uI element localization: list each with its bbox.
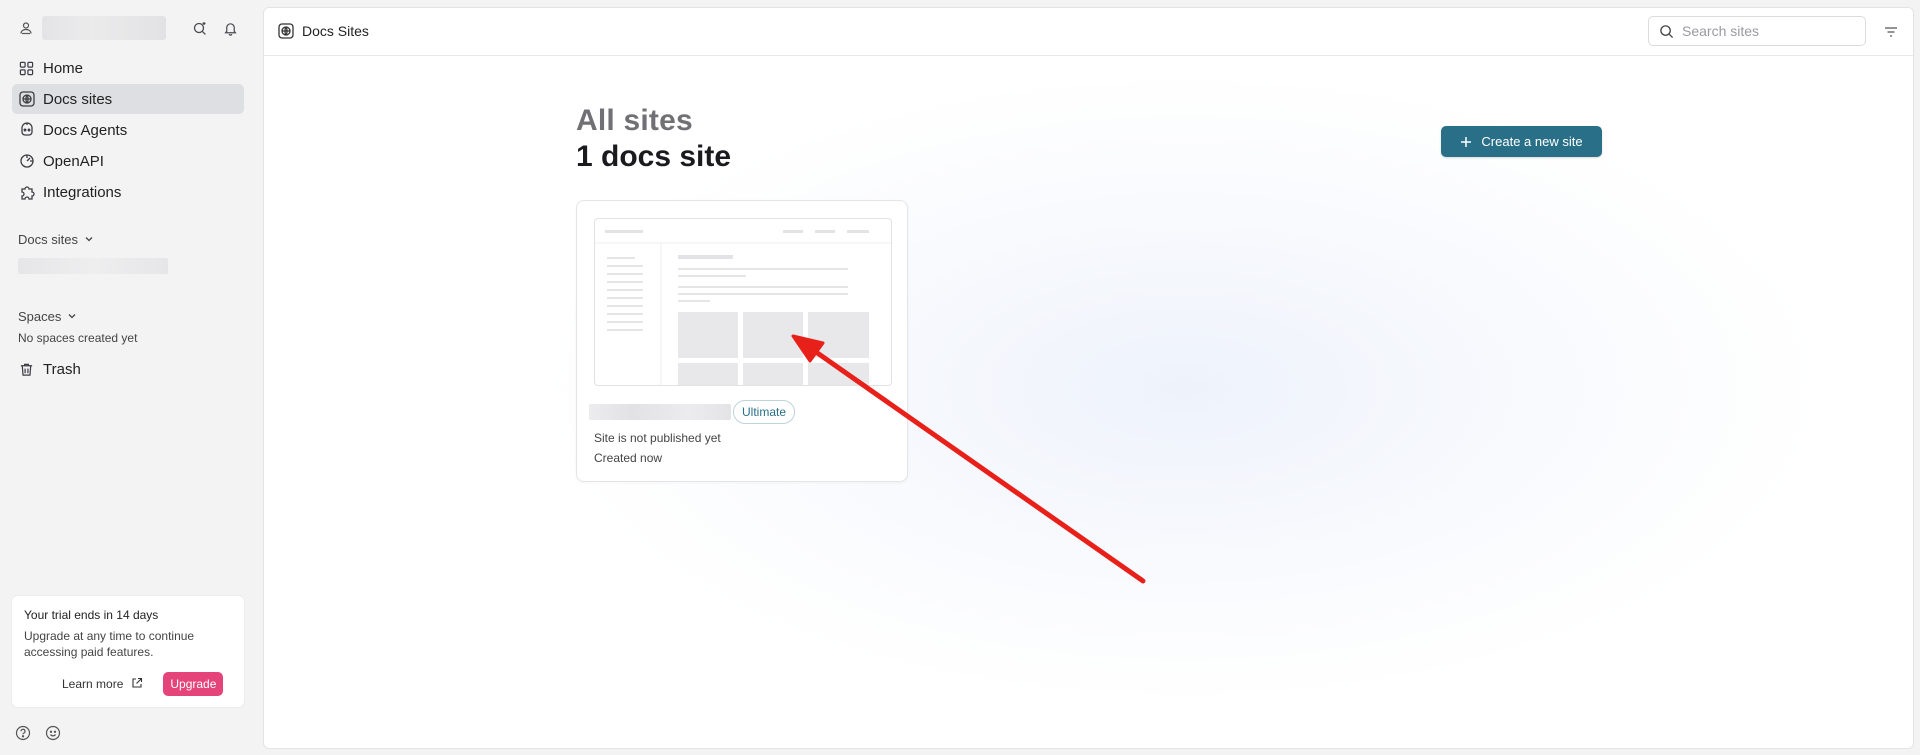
filter-icon[interactable]: [1882, 23, 1900, 41]
org-switcher-icon[interactable]: [18, 20, 34, 36]
agent-icon: [18, 122, 35, 139]
nav-item-home[interactable]: Home: [12, 53, 244, 83]
external-link-icon: [131, 677, 143, 692]
plus-icon: [1460, 136, 1472, 148]
plan-badge: Ultimate: [733, 400, 796, 424]
main-panel: Docs Sites All sites 1 docs site Create …: [263, 7, 1914, 749]
chevron-down-icon: [67, 309, 77, 324]
site-link-redacted[interactable]: [18, 258, 168, 274]
docs-sites-section-toggle[interactable]: Docs sites: [18, 232, 94, 247]
chevron-down-icon: [84, 232, 94, 247]
site-card[interactable]: Ultimate Site is not published yet Creat…: [576, 200, 908, 482]
nav-item-openapi[interactable]: OpenAPI: [12, 146, 244, 176]
org-name-redacted[interactable]: [42, 16, 166, 40]
site-name-redacted: [589, 404, 731, 420]
heading-site-count: 1 docs site: [576, 140, 732, 173]
nav-item-label: Trash: [43, 360, 81, 378]
sidebar: Home Docs sites Docs Agents OpenAPI Inte…: [0, 0, 258, 755]
help-icon[interactable]: [14, 724, 32, 742]
page-title-text: Docs Sites: [302, 23, 369, 39]
learn-more-link[interactable]: Learn more: [62, 677, 143, 692]
grid-icon: [18, 60, 35, 77]
bell-icon[interactable]: [220, 18, 240, 38]
section-label: Spaces: [18, 309, 62, 324]
nav-item-docs-sites[interactable]: Docs sites: [12, 84, 244, 114]
nav-item-docs-agents[interactable]: Docs Agents: [12, 115, 244, 145]
search-box[interactable]: [1648, 16, 1866, 46]
heading-all-sites: All sites: [576, 104, 693, 137]
nav-item-label: Docs Agents: [43, 121, 128, 139]
globe-icon: [278, 23, 294, 39]
search-input[interactable]: [1682, 23, 1852, 39]
create-new-site-label: Create a new site: [1481, 134, 1583, 149]
nav-item-integrations[interactable]: Integrations: [12, 177, 244, 207]
main-nav: Home Docs sites Docs Agents OpenAPI Inte…: [12, 53, 244, 208]
site-preview-thumbnail: [594, 218, 892, 386]
site-preview-wireframe: [595, 230, 891, 385]
page-title: Docs Sites: [278, 23, 369, 39]
create-new-site-button[interactable]: Create a new site: [1441, 126, 1602, 157]
section-label: Docs sites: [18, 232, 78, 247]
publish-status: Site is not published yet: [594, 431, 721, 445]
created-time: Created now: [594, 451, 663, 465]
nav-item-label: Integrations: [43, 183, 122, 201]
no-spaces-text: No spaces created yet: [18, 331, 138, 345]
search-sparkle-icon[interactable]: [190, 18, 210, 38]
spaces-section-toggle[interactable]: Spaces: [18, 309, 77, 324]
trial-title: Your trial ends in 14 days: [24, 608, 159, 622]
nav-item-label: Docs sites: [43, 90, 113, 108]
puzzle-icon: [18, 184, 35, 201]
nav-item-label: OpenAPI: [43, 152, 104, 170]
globe-icon: [18, 91, 35, 108]
trial-banner: Your trial ends in 14 days Upgrade at an…: [12, 596, 244, 707]
search-icon: [1659, 24, 1674, 39]
learn-more-label: Learn more: [62, 677, 124, 691]
feedback-smiley-icon[interactable]: [44, 724, 62, 742]
openapi-icon: [18, 153, 35, 170]
trash-icon: [18, 361, 35, 378]
sidebar-header: [18, 14, 248, 42]
upgrade-button[interactable]: Upgrade: [163, 672, 224, 696]
nav-item-label: Home: [43, 59, 84, 77]
topbar: Docs Sites: [264, 8, 1913, 56]
trial-body: Upgrade at any time to continue accessin…: [24, 629, 195, 659]
nav-item-trash[interactable]: Trash: [12, 354, 244, 384]
